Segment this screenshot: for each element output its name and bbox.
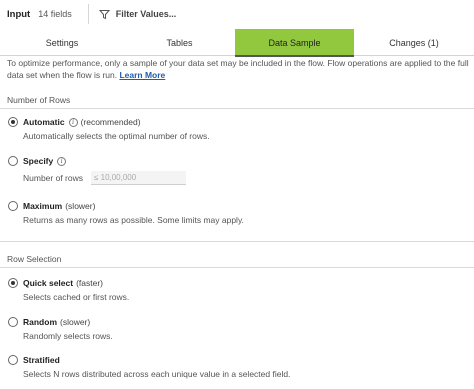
option-description: Selects cached or first rows. (23, 292, 130, 302)
quick-select-radio-row[interactable]: Quick select (faster) (8, 278, 129, 288)
option-random: Random (slower) Randomly selects rows. (8, 317, 113, 341)
option-name: Specify (23, 156, 54, 166)
option-name: Maximum (23, 201, 63, 211)
option-quick-select: Quick select (faster) Selects cached or … (8, 278, 129, 302)
option-hint: (slower) (65, 201, 96, 211)
section-divider (0, 267, 474, 268)
top-bar: Input 14 fields Filter Values... (0, 0, 474, 28)
option-description: Automatically selects the optimal number… (23, 131, 210, 141)
specify-radio-row[interactable]: Specify i (8, 156, 186, 166)
option-stratified: Stratified Selects N rows distributed ac… (8, 355, 290, 379)
number-of-rows-heading: Number of Rows (7, 95, 71, 105)
section-divider (0, 241, 474, 242)
info-icon[interactable]: i (57, 156, 67, 166)
option-name: Quick select (23, 278, 74, 288)
automatic-radio[interactable] (8, 117, 18, 127)
option-name: Automatic (23, 117, 65, 127)
filter-values-button[interactable]: Filter Values... (98, 9, 177, 20)
random-radio-row[interactable]: Random (slower) (8, 317, 113, 327)
info-icon[interactable]: i (68, 117, 78, 127)
automatic-radio-row[interactable]: Automatic i (recommended) (8, 117, 210, 127)
sampling-info: To optimize performance, only a sample o… (7, 57, 469, 81)
stratified-radio-row[interactable]: Stratified (8, 355, 290, 365)
panel-title: Input (7, 8, 31, 20)
number-of-rows-input[interactable] (91, 171, 186, 185)
option-description: Returns as many rows as possible. Some l… (23, 215, 244, 225)
option-hint: (slower) (60, 317, 91, 327)
tab-settings[interactable]: Settings (0, 29, 124, 56)
tab-changes[interactable]: Changes (1) (354, 29, 474, 56)
tab-bar: Settings Tables Data Sample Changes (1) (0, 29, 474, 57)
learn-more-link[interactable]: Learn More (119, 70, 165, 80)
filter-values-label: Filter Values... (115, 9, 177, 19)
quick-select-radio[interactable] (8, 278, 18, 288)
tab-tables[interactable]: Tables (124, 29, 235, 56)
option-name: Random (23, 317, 57, 327)
field-count: 14 fields (38, 9, 72, 19)
number-of-rows-field: Number of rows (23, 171, 186, 185)
specify-radio[interactable] (8, 156, 18, 166)
option-description: Selects N rows distributed across each u… (23, 369, 291, 379)
option-hint: (recommended) (80, 117, 141, 127)
stratified-radio[interactable] (8, 355, 18, 365)
funnel-icon (98, 9, 110, 19)
option-automatic: Automatic i (recommended) Automatically … (8, 117, 210, 141)
tab-data-sample[interactable]: Data Sample (235, 29, 354, 57)
option-description: Randomly selects rows. (23, 331, 113, 341)
option-maximum: Maximum (slower) Returns as many rows as… (8, 201, 244, 225)
maximum-radio[interactable] (8, 201, 18, 211)
sampling-info-text: To optimize performance, only a sample o… (7, 58, 469, 80)
toolbar-divider (87, 4, 89, 24)
number-of-rows-label: Number of rows (23, 173, 83, 183)
section-divider (0, 108, 474, 109)
option-name: Stratified (23, 355, 60, 365)
option-hint: (faster) (76, 278, 104, 288)
maximum-radio-row[interactable]: Maximum (slower) (8, 201, 244, 211)
row-selection-heading: Row Selection (7, 254, 62, 264)
random-radio[interactable] (8, 317, 18, 327)
option-specify: Specify i Number of rows (8, 156, 186, 185)
